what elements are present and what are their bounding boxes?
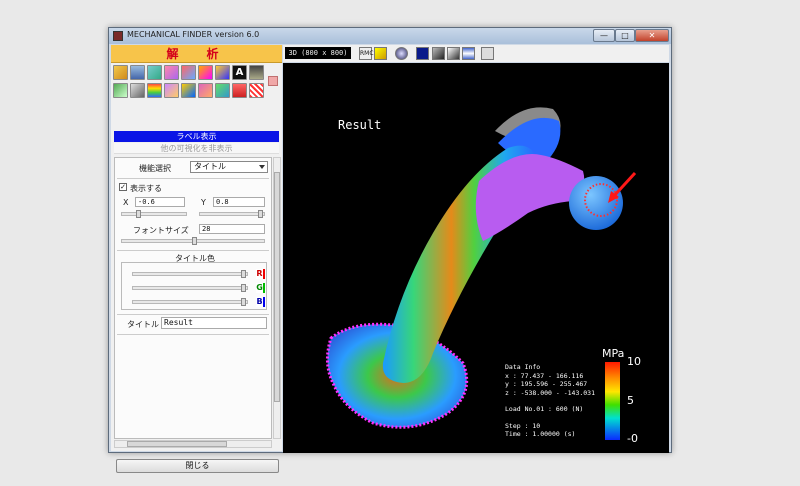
blue-channel-label: B <box>256 297 265 307</box>
x-input[interactable]: -0.6 <box>135 197 185 207</box>
3d-viewport[interactable]: Result Data Info x : 77.437 - 166.116 y : … <box>283 63 669 453</box>
probe-tool-icon[interactable] <box>215 65 230 80</box>
font-size-slider[interactable] <box>121 237 265 245</box>
horizontal-scroll-thumb[interactable] <box>127 441 227 447</box>
y-input[interactable]: 0.8 <box>213 197 265 207</box>
zoom-fit-icon[interactable] <box>432 47 445 60</box>
mesh-tool-icon[interactable] <box>113 83 128 98</box>
blue-slider-handle[interactable] <box>241 298 246 306</box>
contour-tool-icon[interactable] <box>147 83 162 98</box>
load-arrow-icon <box>611 171 637 199</box>
data-info-load: Load No.01 : 600 (N) <box>505 405 584 413</box>
colorbar-unit: MPa <box>602 347 625 360</box>
image-tool-icon[interactable] <box>147 65 162 80</box>
data-info-step: Step : 10 <box>505 421 541 430</box>
chevron-down-icon <box>259 165 265 169</box>
rotate-icon[interactable] <box>447 47 460 60</box>
panel-header: 解 析 <box>111 45 282 63</box>
sun-icon[interactable] <box>374 47 387 60</box>
fracture-tool-icon[interactable] <box>198 65 213 80</box>
section-tool-icon[interactable] <box>130 83 145 98</box>
close-window-button[interactable]: ✕ <box>635 29 669 42</box>
data-info-panel: Data Info x : 77.437 - 166.116 y : 195.596… <box>505 363 595 439</box>
x-slider[interactable] <box>121 210 187 218</box>
show-checkbox-label: 表示する <box>130 184 162 193</box>
view-toolbar: 3D (800 x 800) RMC <box>283 45 669 62</box>
x-label: X <box>123 198 129 207</box>
sphere-icon[interactable] <box>395 47 408 60</box>
tab-label-display[interactable]: ラベル表示 <box>114 131 279 142</box>
colorbar-max-label: 10 <box>627 355 641 368</box>
bone-tool-icon[interactable] <box>130 65 145 80</box>
blue-slider[interactable] <box>132 298 248 306</box>
folder-tool-icon[interactable] <box>113 65 128 80</box>
green-channel-label: G <box>256 283 265 293</box>
show-checkbox[interactable]: ✓ <box>119 183 127 191</box>
axis-icon[interactable] <box>462 47 475 60</box>
graph-tool-icon[interactable] <box>181 83 196 98</box>
function-select[interactable]: タイトル <box>190 161 268 173</box>
load-tool-icon[interactable] <box>232 83 247 98</box>
result-title: Result <box>338 118 382 132</box>
green-slider-handle[interactable] <box>241 284 246 292</box>
red-channel-label: R <box>256 269 265 279</box>
function-select-value: タイトル <box>194 162 226 171</box>
title-bar: MECHANICAL FINDER version 6.0 — □ ✕ <box>109 28 671 44</box>
analysis-panel: 解 析 A ラベル表示 他の可視化を非表示 機能選択 タイトル ✓ 表示する X… <box>111 45 282 473</box>
divider <box>117 334 269 335</box>
arrow-tool-icon[interactable] <box>181 65 196 80</box>
app-window: MECHANICAL FINDER version 6.0 — □ ✕ 解 析 … <box>108 27 672 473</box>
window-title: MECHANICAL FINDER version 6.0 <box>127 30 260 39</box>
vertical-scroll-thumb[interactable] <box>274 172 280 402</box>
horizontal-scrollbar[interactable] <box>114 440 272 448</box>
close-button[interactable]: 閉じる <box>116 459 279 473</box>
color-map-tool-icon[interactable] <box>164 83 179 98</box>
divider <box>117 250 269 251</box>
tab-hide-other-visualizations[interactable]: 他の可視化を非表示 <box>114 143 279 154</box>
y-label: Y <box>201 198 206 207</box>
rmc-button[interactable]: RMC <box>359 47 374 60</box>
vertical-scrollbar[interactable] <box>273 157 281 439</box>
settings-panel: 機能選択 タイトル ✓ 表示する X -0.6 Y 0.8 フォントサイズ 28… <box>114 157 272 439</box>
colorbar <box>605 362 620 440</box>
strain-tool-icon[interactable] <box>215 83 230 98</box>
x-slider-handle[interactable] <box>136 210 141 218</box>
color-box-icon[interactable] <box>416 47 429 60</box>
divider <box>117 178 269 179</box>
data-info-heading: Data Info <box>505 363 541 371</box>
red-slider-handle[interactable] <box>241 270 246 278</box>
font-size-input[interactable]: 28 <box>199 224 265 234</box>
title-text-label: タイトル <box>127 320 159 329</box>
text-label-tool-icon[interactable]: A <box>232 65 247 80</box>
title-color-group: R G B <box>121 262 267 310</box>
data-info-x: x : 77.437 - 166.116 <box>505 371 584 380</box>
green-slider[interactable] <box>132 284 248 292</box>
camera-tool-icon[interactable] <box>249 65 264 80</box>
y-slider[interactable] <box>199 210 265 218</box>
title-text-input[interactable]: Result <box>161 317 267 329</box>
stress-tool-icon[interactable] <box>164 65 179 80</box>
export-tool-icon[interactable] <box>198 83 213 98</box>
data-info-y: y : 195.596 - 255.467 <box>505 380 588 388</box>
font-size-slider-handle[interactable] <box>192 237 197 245</box>
colorbar-min-label: -0 <box>627 432 638 445</box>
minimize-button[interactable]: — <box>593 29 615 42</box>
function-select-label: 機能選択 <box>139 164 171 173</box>
export-view-icon[interactable] <box>481 47 494 60</box>
y-slider-handle[interactable] <box>258 210 263 218</box>
data-info-time: Time : 1.00000 (s) <box>505 430 576 438</box>
colorbar-mid-label: 5 <box>627 394 634 407</box>
app-icon <box>113 31 123 41</box>
view-size-display: 3D (800 x 800) <box>285 47 351 59</box>
font-size-label: フォントサイズ <box>133 226 189 235</box>
grid-tool-icon[interactable] <box>249 83 264 98</box>
divider <box>117 314 269 315</box>
maximize-button[interactable]: □ <box>615 29 635 42</box>
data-info-z: z : -538.000 - -143.031 <box>505 388 596 397</box>
red-slider[interactable] <box>132 270 248 278</box>
small-red-tool-icon[interactable] <box>268 76 278 86</box>
